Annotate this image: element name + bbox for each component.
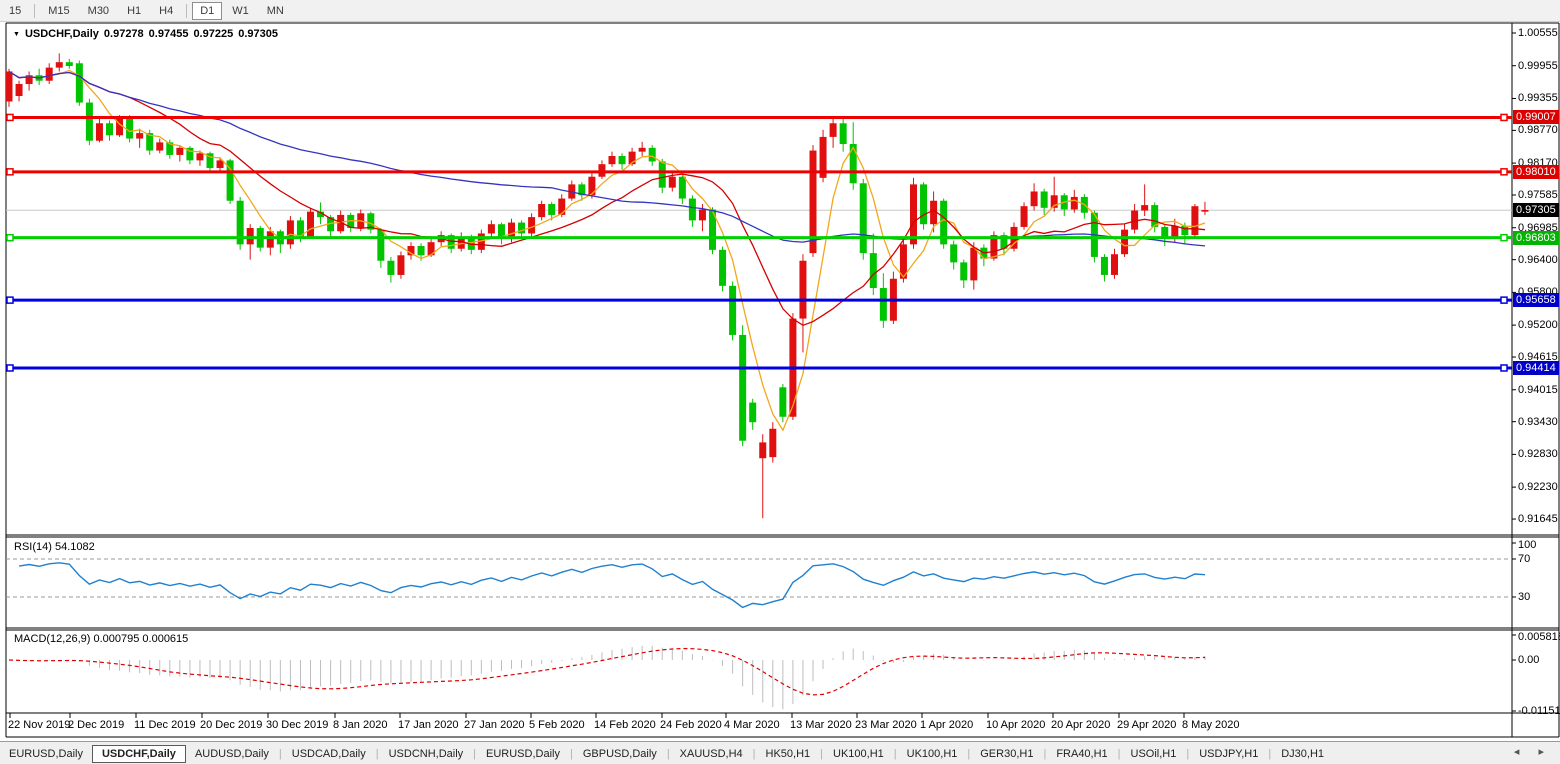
chart-tab-uk100-h1[interactable]: UK100,H1 [898, 745, 967, 763]
date-label: 27 Jan 2020 [464, 719, 525, 731]
chart-tab-uk100-h1[interactable]: UK100,H1 [824, 745, 893, 763]
date-label: 17 Jan 2020 [398, 719, 459, 731]
rsi-axis-label: 70 [1518, 553, 1531, 565]
tab-scroll-arrows[interactable]: ◂ ▸ [1514, 745, 1552, 758]
date-label: 20 Apr 2020 [1051, 719, 1111, 731]
rsi-axis-label: 30 [1518, 591, 1531, 603]
price-tick-label: 0.93430 [1518, 415, 1558, 428]
chart-tab-gbpusd-daily[interactable]: GBPUSD,Daily [574, 745, 666, 763]
date-label: 29 Apr 2020 [1117, 719, 1177, 731]
price-tick-label: 0.98770 [1518, 124, 1558, 137]
chart-tab-audusd-daily[interactable]: AUDUSD,Daily [186, 745, 278, 763]
macd-axis-label: -0.01151 [1518, 705, 1560, 717]
level-price-badge: 0.96803 [1513, 230, 1559, 245]
macd-axis-label: 0.00 [1518, 654, 1540, 666]
date-label: 23 Mar 2020 [855, 719, 917, 731]
rsi-axis-label: 100 [1518, 539, 1537, 551]
level-price-badge: 0.94414 [1513, 360, 1559, 375]
chart-tab-usdjpy-h1[interactable]: USDJPY,H1 [1190, 745, 1267, 763]
date-label: 22 Nov 2019 [8, 719, 71, 731]
price-tick-label: 0.92230 [1518, 481, 1558, 494]
date-label: 8 May 2020 [1182, 719, 1240, 731]
price-tick-label: 0.92830 [1518, 448, 1558, 461]
chart-tab-usoil-h1[interactable]: USOil,H1 [1122, 745, 1186, 763]
date-label: 5 Feb 2020 [529, 719, 585, 731]
chart-tab-eurusd-daily[interactable]: EURUSD,Daily [477, 745, 569, 763]
chart-tab-xauusd-h4[interactable]: XAUUSD,H4 [671, 745, 752, 763]
date-label: 30 Dec 2019 [266, 719, 329, 731]
chart-tab-eurusd-daily[interactable]: EURUSD,Daily [0, 745, 92, 763]
price-tick-label: 0.96400 [1518, 253, 1558, 266]
level-price-badge: 0.99007 [1513, 110, 1559, 125]
price-tick-label: 0.91645 [1518, 513, 1558, 526]
date-label: 2 Dec 2019 [68, 719, 125, 731]
macd-axis-label: 0.005818 [1518, 631, 1560, 643]
ohlc-low: 0.97225 [193, 28, 234, 40]
chart-tab-fra40-h1[interactable]: FRA40,H1 [1047, 745, 1116, 763]
date-label: 20 Dec 2019 [200, 719, 263, 731]
ohlc-high: 0.97455 [148, 28, 189, 40]
price-tick-label: 0.99955 [1518, 59, 1558, 72]
chart-tab-usdcnh-daily[interactable]: USDCNH,Daily [380, 745, 473, 763]
date-label: 1 Apr 2020 [920, 719, 974, 731]
ohlc-open: 0.97278 [103, 28, 144, 40]
mt4-window: 15 M15 M30 H1 H4 D1 W1 MN ▼ USDCHF,Daily 0.9727… [0, 0, 1560, 764]
chart-tab-bar: EURUSD,Daily USDCHF,Daily AUDUSD,Daily | USD… [0, 741, 1560, 764]
price-tick-label: 0.97585 [1518, 189, 1558, 201]
date-label: 10 Apr 2020 [986, 719, 1046, 731]
chart-symbol: USDCHF,Daily [24, 28, 99, 40]
date-label: 8 Jan 2020 [333, 719, 388, 731]
chart-tab-hk50-h1[interactable]: HK50,H1 [757, 745, 820, 763]
chart-canvas[interactable] [0, 0, 1560, 764]
price-tick-label: 0.99355 [1518, 92, 1558, 105]
date-label: 14 Feb 2020 [594, 719, 656, 731]
ohlc-close: 0.97305 [238, 28, 278, 40]
date-label: 4 Mar 2020 [724, 719, 780, 731]
date-label: 13 Mar 2020 [790, 719, 852, 731]
chart-title: ▼ USDCHF,Daily 0.97278 0.97455 0.97225 0… [13, 28, 278, 40]
chart-tab-usdchf-daily[interactable]: USDCHF,Daily [91, 744, 186, 763]
current-price-badge: 0.97305 [1513, 203, 1559, 218]
level-price-badge: 0.98010 [1513, 164, 1559, 179]
chart-tab-dj30-h1[interactable]: DJ30,H1 [1272, 745, 1333, 763]
macd-label: MACD(12,26,9) 0.000795 0.000615 [14, 633, 189, 645]
date-label: 24 Feb 2020 [660, 719, 722, 731]
level-price-badge: 0.95658 [1513, 293, 1559, 308]
chart-tab-usdcad-daily[interactable]: USDCAD,Daily [283, 745, 375, 763]
chart-tab-ger30-h1[interactable]: GER30,H1 [971, 745, 1042, 763]
price-tick-label: 0.95200 [1518, 319, 1558, 332]
chart-dropdown-icon[interactable]: ▼ [13, 31, 20, 38]
price-tick-label: 1.00555 [1518, 27, 1558, 39]
date-label: 11 Dec 2019 [134, 719, 196, 731]
price-tick-label: 0.94015 [1518, 383, 1558, 396]
rsi-label: RSI(14) 54.1082 [14, 541, 95, 553]
